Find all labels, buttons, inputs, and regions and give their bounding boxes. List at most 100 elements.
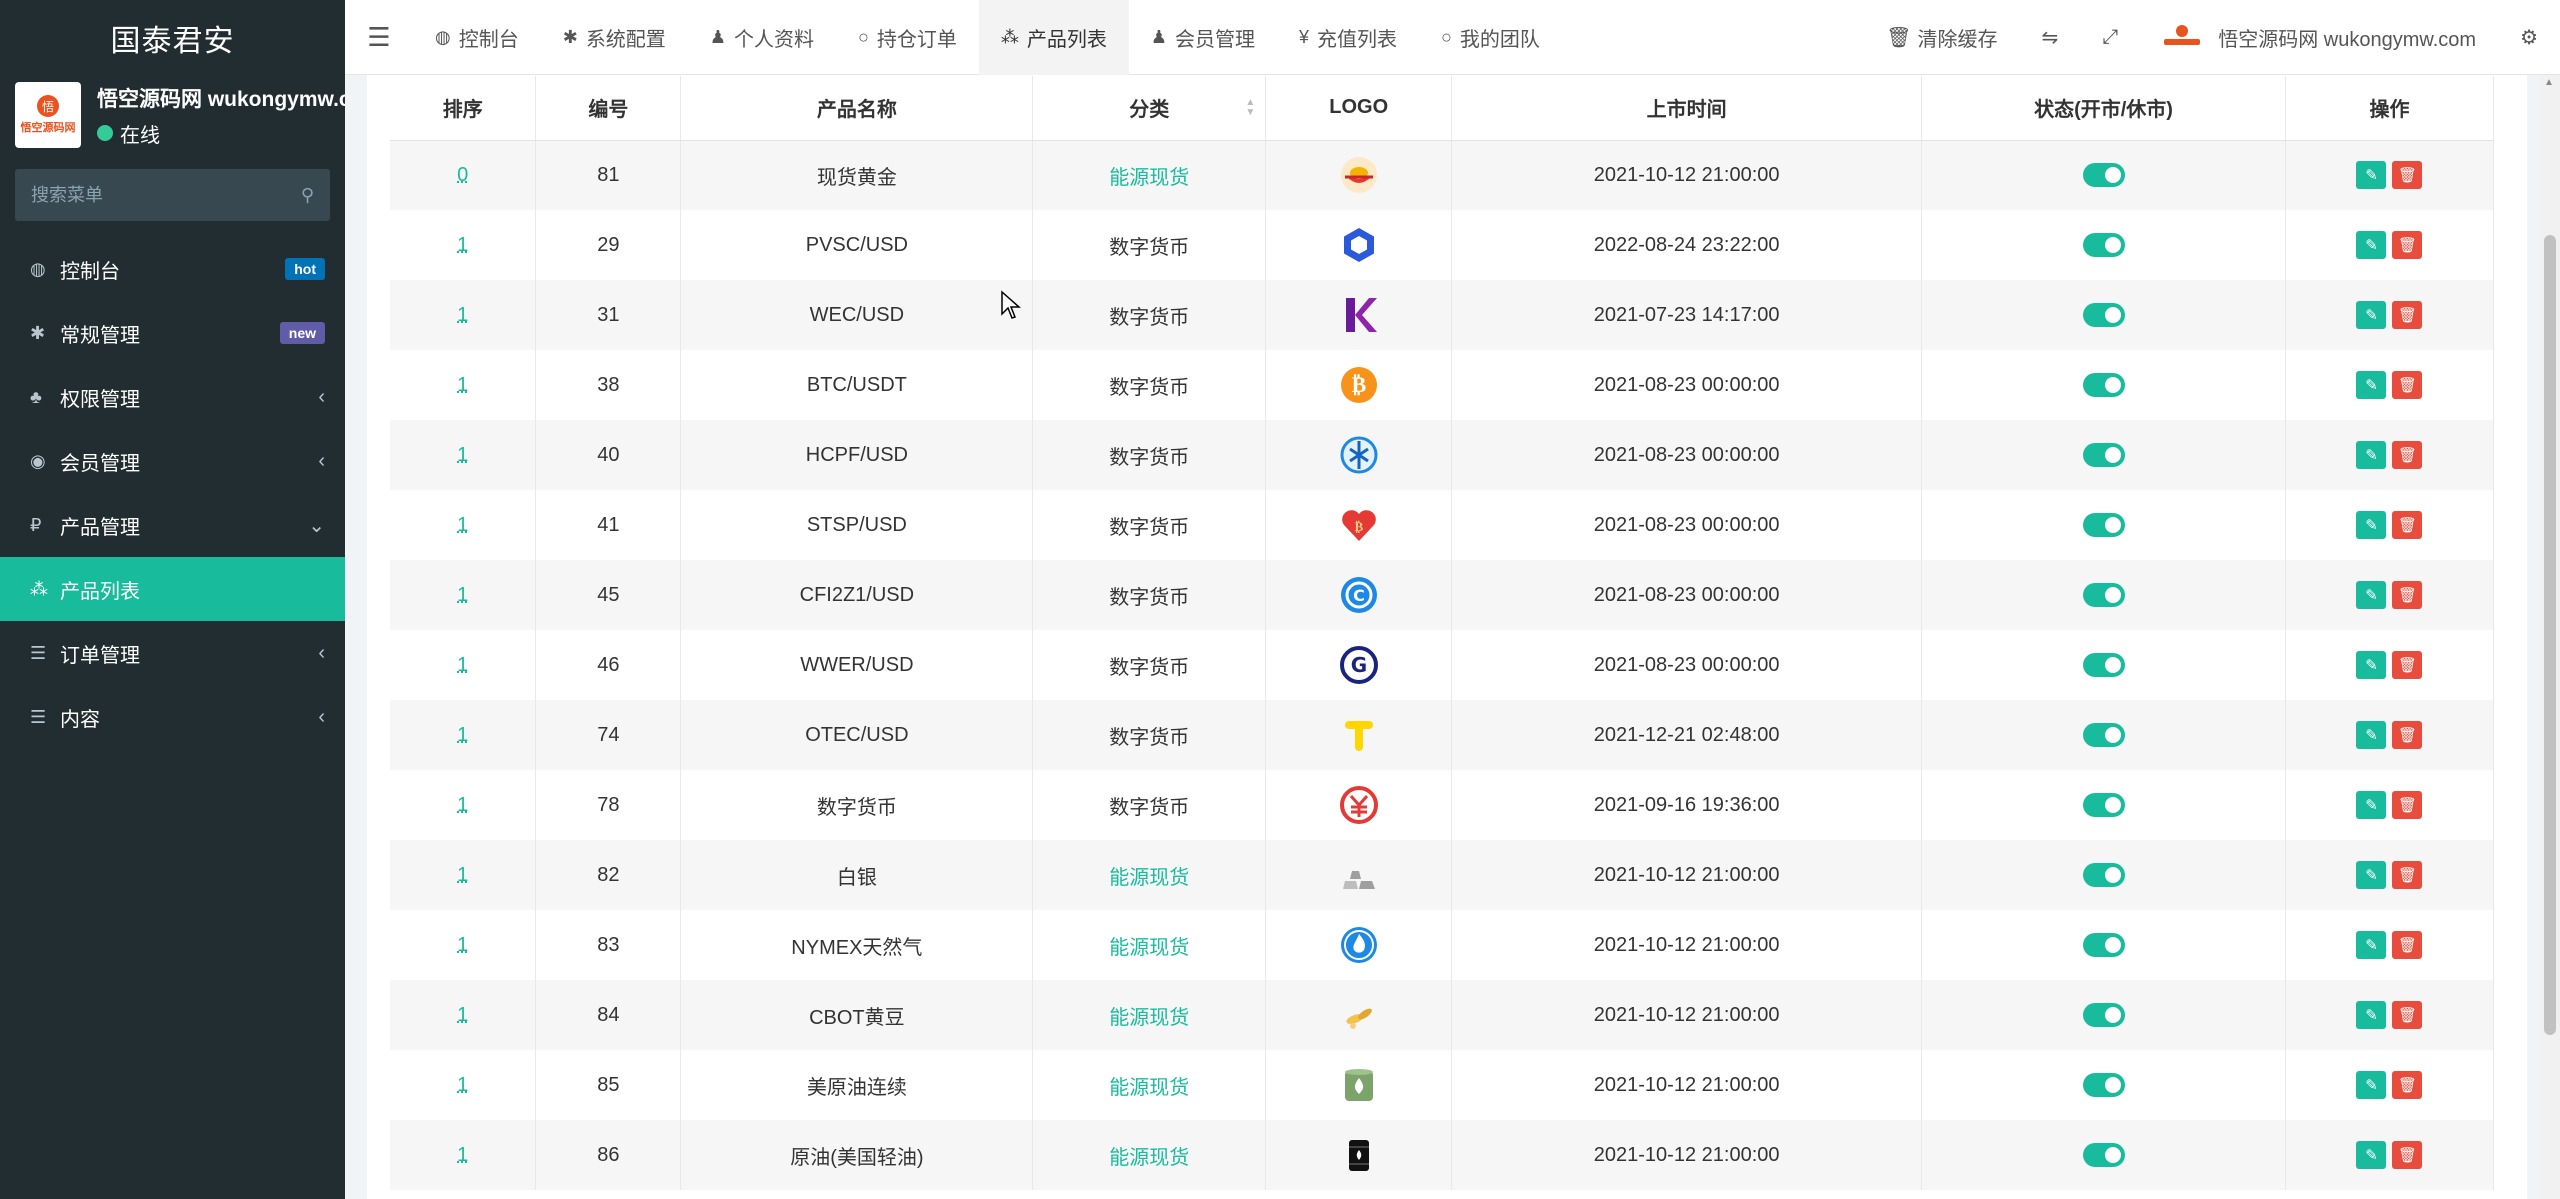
status-toggle[interactable]: [2082, 303, 2125, 327]
header-sort[interactable]: 排序: [390, 76, 537, 141]
tab-system-config[interactable]: ✱ 系统配置: [541, 0, 688, 75]
silver-bars-icon[interactable]: [1337, 853, 1381, 897]
delete-trash-icon[interactable]: 🗑: [2392, 441, 2423, 469]
oil-drum-icon[interactable]: [1337, 1063, 1381, 1107]
sort-value-link[interactable]: 1: [457, 724, 468, 746]
status-toggle[interactable]: [2082, 653, 2125, 677]
soybean-icon[interactable]: [1337, 993, 1381, 1037]
edit-pencil-icon[interactable]: ✎: [2356, 1001, 2387, 1029]
status-toggle[interactable]: [2082, 1073, 2125, 1097]
status-toggle[interactable]: [2082, 163, 2125, 188]
status-toggle[interactable]: [2082, 233, 2125, 257]
tab-positions[interactable]: ○ 持仓订单: [836, 0, 979, 75]
delete-trash-icon[interactable]: 🗑: [2392, 511, 2423, 539]
edit-pencil-icon[interactable]: ✎: [2356, 301, 2387, 329]
edit-pencil-icon[interactable]: ✎: [2356, 791, 2387, 819]
edit-pencil-icon[interactable]: ✎: [2356, 231, 2387, 259]
c-coin-icon[interactable]: C: [1337, 573, 1381, 617]
header-listing-time[interactable]: 上市时间: [1451, 76, 1923, 141]
ai-knot-icon[interactable]: [1337, 433, 1381, 477]
status-toggle[interactable]: [2082, 723, 2125, 747]
sort-value-link[interactable]: 1: [457, 864, 468, 886]
delete-trash-icon[interactable]: 🗑: [2392, 651, 2423, 679]
sort-value-link[interactable]: 1: [457, 654, 468, 676]
clear-cache-button[interactable]: 🗑 清除缓存: [1864, 23, 2019, 52]
header-id[interactable]: 编号: [535, 76, 682, 141]
k-letter-icon[interactable]: [1337, 293, 1381, 337]
delete-trash-icon[interactable]: 🗑: [2392, 371, 2423, 399]
heart-bitcoin-icon[interactable]: ₿: [1337, 503, 1381, 547]
yuan-coin-icon[interactable]: [1337, 783, 1381, 827]
t-letter-icon[interactable]: [1337, 713, 1381, 757]
sort-value-link[interactable]: 1: [457, 444, 468, 466]
language-icon[interactable]: ⇋: [2019, 25, 2080, 50]
sidebar-item-members[interactable]: ◉ 会员管理 ‹: [0, 429, 345, 493]
edit-pencil-icon[interactable]: ✎: [2356, 1071, 2387, 1099]
delete-trash-icon[interactable]: 🗑: [2392, 1001, 2423, 1029]
status-toggle[interactable]: [2082, 583, 2125, 607]
sort-value-link[interactable]: 1: [457, 374, 468, 396]
edit-pencil-icon[interactable]: ✎: [2356, 651, 2387, 679]
tab-profile[interactable]: ♟ 个人资料: [688, 0, 836, 75]
sort-value-link[interactable]: 1: [457, 934, 468, 956]
sidebar-item-content[interactable]: ☰ 内容 ‹: [0, 685, 345, 749]
edit-pencil-icon[interactable]: ✎: [2356, 161, 2387, 190]
settings-gear-icon[interactable]: ⚙: [2498, 25, 2560, 50]
sort-value-link[interactable]: 1: [457, 514, 468, 536]
sort-value-link[interactable]: 1: [457, 584, 468, 606]
status-toggle[interactable]: [2082, 513, 2125, 537]
status-toggle[interactable]: [2082, 933, 2125, 957]
delete-trash-icon[interactable]: 🗑: [2392, 231, 2423, 259]
tab-members[interactable]: ♟ 会员管理: [1129, 0, 1277, 75]
sort-value-link[interactable]: 1: [457, 1074, 468, 1096]
fullscreen-icon[interactable]: ⤢: [2080, 26, 2140, 49]
tab-product-list[interactable]: ⁂ 产品列表: [978, 0, 1129, 75]
delete-trash-icon[interactable]: 🗑: [2392, 581, 2423, 609]
sort-value-link[interactable]: 0: [457, 164, 468, 186]
sort-value-link[interactable]: 1: [457, 1004, 468, 1026]
oil-barrel-icon[interactable]: [1337, 1133, 1381, 1177]
sidebar-item-product-list[interactable]: ⁂ 产品列表: [0, 557, 345, 621]
edit-pencil-icon[interactable]: ✎: [2356, 861, 2387, 889]
sidebar-item-products[interactable]: ₽ 产品管理 ⌄: [0, 493, 345, 557]
edit-pencil-icon[interactable]: ✎: [2356, 721, 2387, 749]
sort-value-link[interactable]: 1: [457, 304, 468, 326]
bitcoin-icon[interactable]: ₿: [1337, 363, 1381, 407]
delete-trash-icon[interactable]: 🗑: [2392, 161, 2423, 190]
delete-trash-icon[interactable]: 🗑: [2392, 721, 2423, 749]
sidebar-item-permissions[interactable]: ♣ 权限管理 ‹: [0, 365, 345, 429]
edit-pencil-icon[interactable]: ✎: [2356, 441, 2387, 469]
delete-trash-icon[interactable]: 🗑: [2392, 1071, 2423, 1099]
scroll-up-arrow-icon[interactable]: ▲: [2544, 77, 2554, 88]
search-icon[interactable]: ⚲: [301, 185, 314, 206]
hexagon-icon[interactable]: [1337, 223, 1381, 267]
menu-search-input[interactable]: [31, 184, 301, 206]
edit-pencil-icon[interactable]: ✎: [2356, 931, 2387, 959]
edit-pencil-icon[interactable]: ✎: [2356, 1141, 2387, 1169]
tab-my-team[interactable]: ○ 我的团队: [1419, 0, 1562, 75]
sort-value-link[interactable]: 1: [457, 794, 468, 816]
tab-recharge[interactable]: ¥ 充值列表: [1277, 0, 1419, 75]
delete-trash-icon[interactable]: 🗑: [2392, 301, 2423, 329]
sidebar-item-dashboard[interactable]: ◍ 控制台 hot: [0, 237, 345, 301]
header-category[interactable]: 分类 ▲ ▼: [1032, 76, 1267, 141]
edit-pencil-icon[interactable]: ✎: [2356, 511, 2387, 539]
sort-value-link[interactable]: 1: [457, 234, 468, 256]
flame-icon[interactable]: [1337, 923, 1381, 967]
status-toggle[interactable]: [2082, 373, 2125, 397]
sidebar-item-orders[interactable]: ☰ 订单管理 ‹: [0, 621, 345, 685]
scroll-thumb[interactable]: [2544, 235, 2556, 1035]
status-toggle[interactable]: [2082, 863, 2125, 887]
delete-trash-icon[interactable]: 🗑: [2392, 1141, 2423, 1169]
tab-dashboard[interactable]: ◍ 控制台: [413, 0, 541, 75]
header-name[interactable]: 产品名称: [680, 76, 1034, 141]
delete-trash-icon[interactable]: 🗑: [2392, 791, 2423, 819]
sidebar-item-general[interactable]: ✱ 常规管理 new: [0, 301, 345, 365]
edit-pencil-icon[interactable]: ✎: [2356, 371, 2387, 399]
sort-value-link[interactable]: 1: [457, 1144, 468, 1166]
gold-ingot-icon[interactable]: [1337, 153, 1381, 197]
brand-title[interactable]: 国泰君安: [0, 0, 345, 75]
edit-pencil-icon[interactable]: ✎: [2356, 581, 2387, 609]
status-toggle[interactable]: [2082, 1143, 2125, 1167]
sort-arrows-icon[interactable]: ▲ ▼: [1245, 98, 1255, 118]
